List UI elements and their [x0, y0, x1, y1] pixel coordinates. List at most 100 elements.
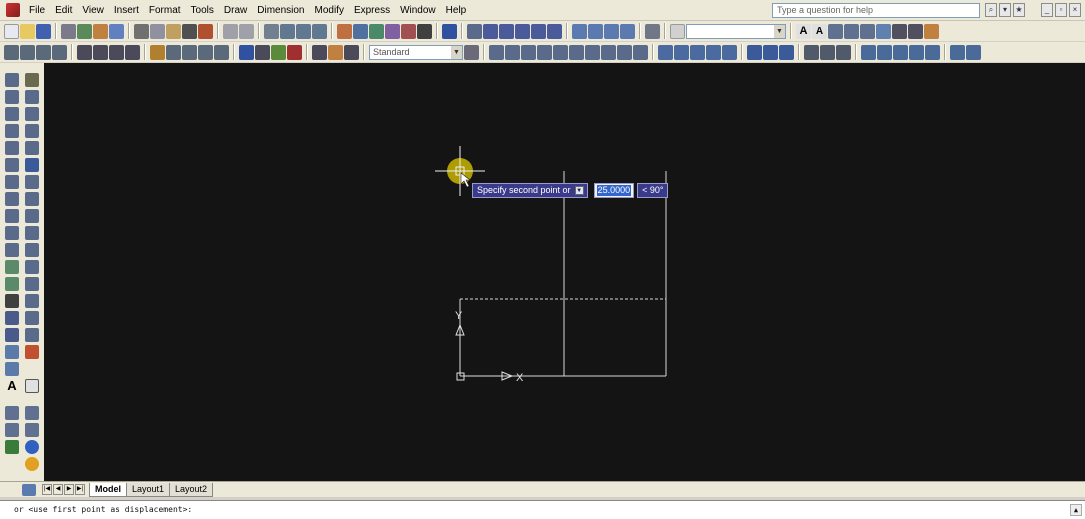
command-line[interactable]: or <use first point as displacement>: ▲ — [0, 500, 1085, 519]
sweep-icon[interactable] — [674, 44, 689, 60]
undo-icon[interactable] — [223, 23, 238, 39]
gradient-icon[interactable] — [5, 328, 19, 342]
zoom-center-icon[interactable] — [950, 44, 965, 60]
properties-icon[interactable] — [337, 23, 352, 39]
line-icon[interactable] — [5, 73, 19, 87]
dimension-override-icon[interactable] — [328, 44, 343, 60]
construction-line-icon[interactable] — [5, 90, 19, 104]
view-front-icon[interactable] — [531, 23, 546, 39]
revision-cloud-icon[interactable] — [5, 192, 19, 206]
help-icon[interactable] — [442, 23, 457, 39]
sheet-set-icon[interactable] — [385, 23, 400, 39]
zoom-in-icon[interactable] — [861, 44, 876, 60]
continue-dimension-icon[interactable] — [182, 44, 197, 60]
polyline-icon[interactable] — [5, 107, 19, 121]
scroll-up-icon[interactable]: ▲ — [1070, 504, 1082, 516]
match-properties-icon[interactable] — [182, 23, 197, 39]
close-icon[interactable]: × — [1069, 3, 1081, 17]
rectangle-icon[interactable] — [5, 141, 19, 155]
point-icon[interactable] — [5, 294, 19, 308]
cylinder-icon[interactable] — [569, 44, 584, 60]
radius-dimension-icon[interactable] — [77, 44, 92, 60]
wedge-icon[interactable] — [521, 44, 536, 60]
justify-text-icon[interactable] — [908, 23, 923, 39]
pyramid-icon[interactable] — [601, 44, 616, 60]
intersect-icon[interactable] — [779, 44, 794, 60]
dimension-table-icon[interactable] — [344, 44, 359, 60]
linear-dimension-icon[interactable] — [4, 44, 19, 60]
center-mark-icon[interactable] — [239, 44, 254, 60]
zoom-scale-icon[interactable] — [925, 44, 940, 60]
quick-leader-icon[interactable] — [198, 44, 213, 60]
rotate-icon[interactable] — [25, 175, 39, 189]
quick-dimension-icon[interactable] — [150, 44, 165, 60]
distance-input[interactable]: 25.0000 — [593, 183, 635, 198]
favorites-icon[interactable]: ★ — [1013, 3, 1025, 17]
open-icon[interactable] — [20, 23, 35, 39]
presspull-icon[interactable] — [706, 44, 721, 60]
hatch-icon[interactable] — [5, 311, 19, 325]
layer-state-icon[interactable] — [670, 23, 685, 39]
tab-layout1[interactable]: Layout1 — [126, 482, 171, 497]
menu-help[interactable]: Help — [441, 0, 472, 21]
chevron-down-icon[interactable]: ▼ — [451, 45, 462, 59]
plot-icon[interactable] — [61, 23, 76, 39]
extend-icon[interactable] — [25, 243, 39, 257]
minimize-icon[interactable]: _ — [1041, 3, 1053, 17]
menu-file[interactable]: File — [24, 0, 50, 21]
markup-icon[interactable] — [401, 23, 416, 39]
angular-dimension-icon[interactable] — [125, 44, 140, 60]
aligned-dimension-icon[interactable] — [20, 44, 35, 60]
view-left-icon[interactable] — [499, 23, 514, 39]
ellipse-arc-icon[interactable] — [5, 243, 19, 257]
mirror-icon[interactable] — [25, 107, 39, 121]
view-top-icon[interactable] — [467, 23, 482, 39]
polygon-icon[interactable] — [5, 124, 19, 138]
zoom-window-icon[interactable] — [296, 23, 311, 39]
polysolid-icon[interactable] — [722, 44, 737, 60]
next-tab-icon[interactable]: ▶ — [64, 484, 74, 495]
search-icon[interactable]: ⌕ — [985, 3, 997, 17]
menu-window[interactable]: Window — [395, 0, 441, 21]
menu-insert[interactable]: Insert — [109, 0, 144, 21]
first-tab-icon[interactable]: |◀ — [42, 484, 52, 495]
se-isometric-icon[interactable] — [588, 23, 603, 39]
fillet-icon[interactable] — [25, 328, 39, 342]
text-style-icon[interactable] — [876, 23, 891, 39]
break-at-point-icon[interactable] — [25, 260, 39, 274]
zoom-out-icon[interactable] — [877, 44, 892, 60]
array-icon[interactable] — [25, 141, 39, 155]
render-sphere-icon[interactable] — [25, 440, 39, 454]
communication-center-icon[interactable]: ▾ — [999, 3, 1011, 17]
baseline-dimension-icon[interactable] — [166, 44, 181, 60]
menu-draw[interactable]: Draw — [219, 0, 252, 21]
measure-icon[interactable] — [5, 423, 19, 437]
view-right-icon[interactable] — [515, 23, 530, 39]
3d-rotate-icon[interactable] — [820, 44, 835, 60]
join-icon[interactable] — [25, 294, 39, 308]
torus-icon[interactable] — [585, 44, 600, 60]
extrude-icon[interactable] — [489, 44, 504, 60]
3d-move-icon[interactable] — [804, 44, 819, 60]
cone-icon[interactable] — [537, 44, 552, 60]
paste-icon[interactable] — [166, 23, 181, 39]
zoom-object-icon[interactable] — [966, 44, 981, 60]
edit-text-icon[interactable] — [828, 23, 843, 39]
subtract-icon[interactable] — [763, 44, 778, 60]
pan-icon[interactable] — [264, 23, 279, 39]
3d-wedge-tool-icon[interactable] — [25, 423, 39, 437]
multiline-text-tool-icon[interactable]: A — [5, 379, 19, 393]
chevron-down-icon[interactable]: ▼ — [774, 24, 785, 38]
copy-icon[interactable] — [150, 23, 165, 39]
dimension-edit-icon[interactable] — [255, 44, 270, 60]
arc-length-icon[interactable] — [36, 44, 51, 60]
stretch-icon[interactable] — [25, 209, 39, 223]
nw-isometric-icon[interactable] — [620, 23, 635, 39]
sphere-icon[interactable] — [553, 44, 568, 60]
insert-block-icon[interactable] — [5, 260, 19, 274]
drawing-area[interactable]: Y X Specify second point or ▼ 25.0000 < … — [44, 63, 1085, 481]
ne-isometric-icon[interactable] — [604, 23, 619, 39]
single-line-text-icon[interactable]: A — [812, 23, 827, 39]
3d-dwf-icon[interactable] — [109, 23, 124, 39]
new-icon[interactable] — [4, 23, 19, 39]
